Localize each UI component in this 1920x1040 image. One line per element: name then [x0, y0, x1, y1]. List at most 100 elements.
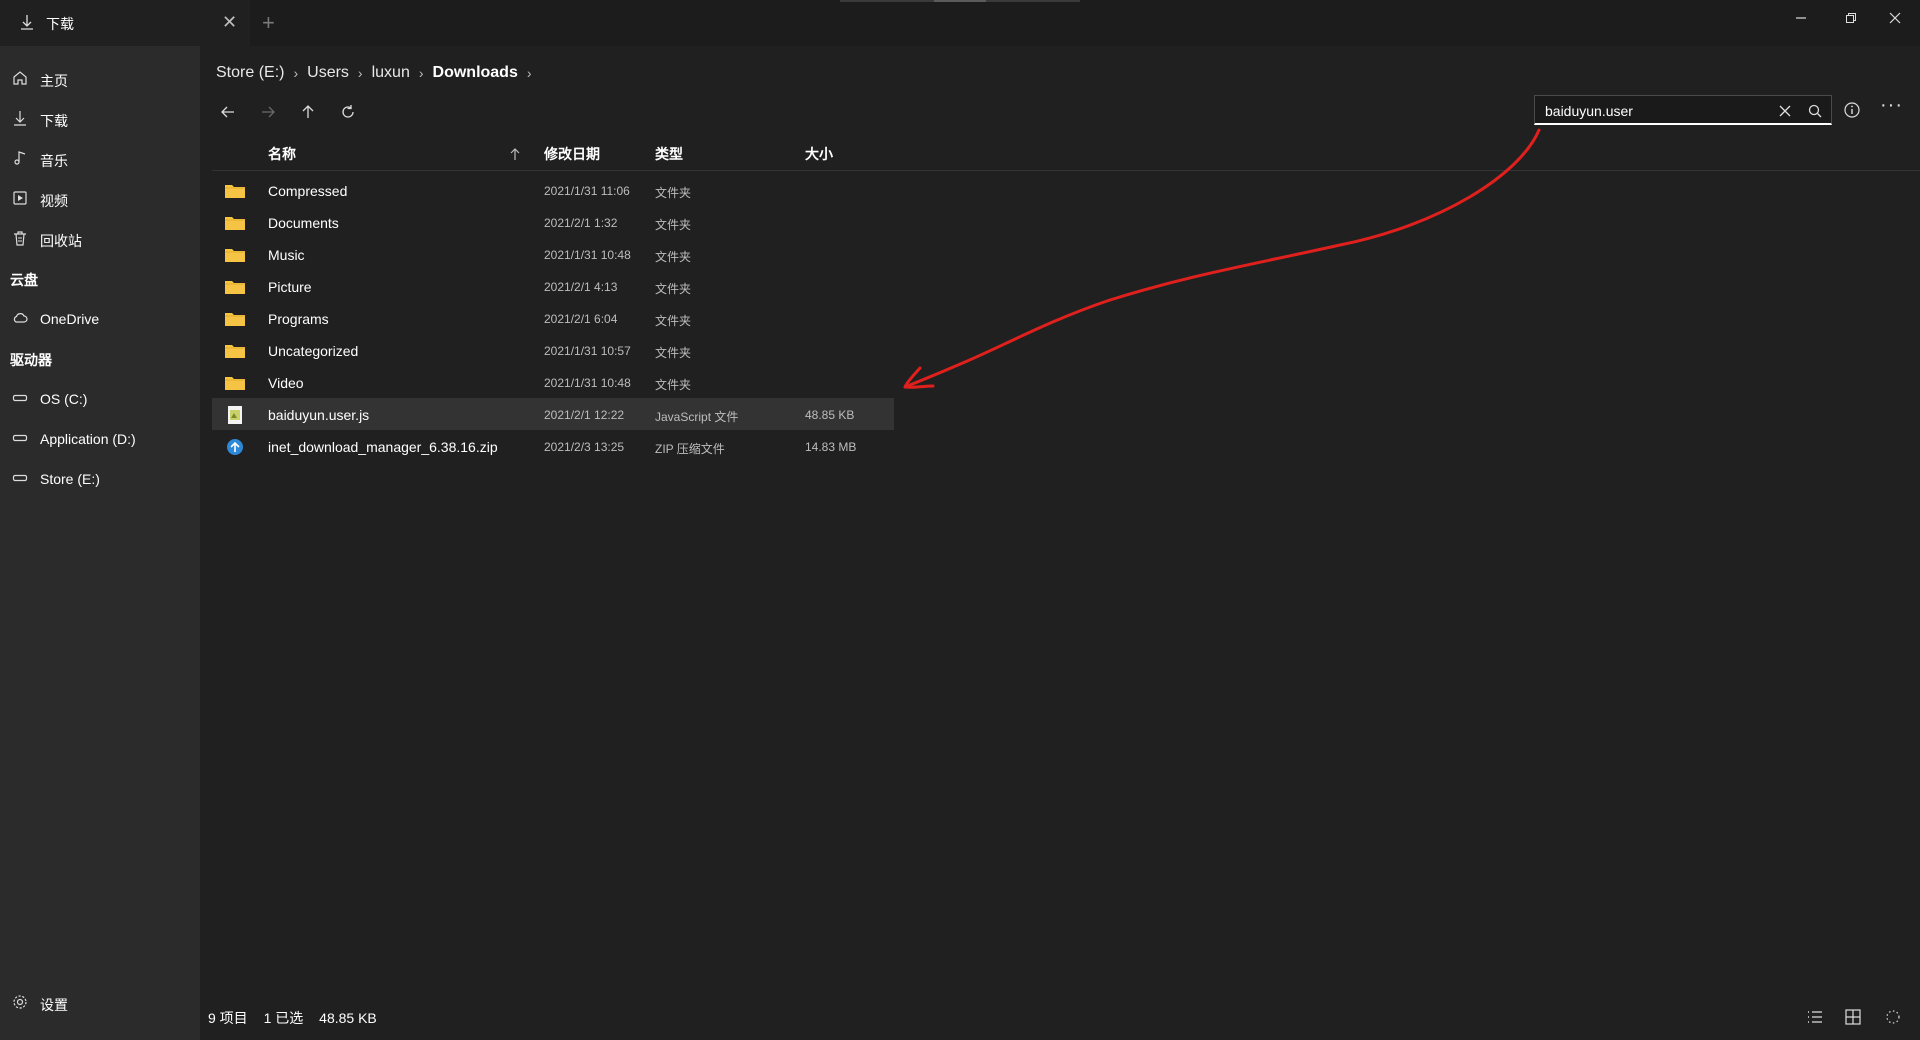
info-icon[interactable]	[1842, 100, 1862, 120]
sidebar-item-onedrive[interactable]: OneDrive	[0, 302, 200, 334]
video-icon	[13, 191, 27, 205]
sidebar-item-label: 视频	[40, 193, 68, 209]
refresh-button[interactable]	[334, 98, 362, 126]
file-name: Documents	[268, 215, 339, 231]
file-row[interactable]: baiduyun.user.js 2021/2/1 12:22 JavaScript…	[212, 398, 894, 430]
sidebar-item-label: OS (C:)	[40, 391, 88, 407]
breadcrumb-item-luxun[interactable]: luxun	[372, 64, 410, 82]
cloud-icon	[13, 313, 28, 323]
file-row[interactable]: Documents 2021/2/1 1:32 文件夹	[212, 206, 894, 238]
search-input[interactable]	[1543, 101, 1763, 121]
sidebar-item-recycle-bin[interactable]: 回收站	[0, 222, 200, 254]
gear-icon	[13, 995, 27, 1009]
sidebar-item-label: OneDrive	[40, 311, 100, 327]
file-date: 2021/2/3 13:25	[544, 440, 625, 454]
restore-icon	[1846, 13, 1856, 23]
folder-icon	[225, 345, 245, 358]
file-row[interactable]: Compressed 2021/1/31 11:06 文件夹	[212, 174, 894, 206]
title-bar: 下载 ✕ +	[0, 0, 1920, 46]
breadcrumb-item-downloads[interactable]: Downloads	[433, 64, 518, 82]
file-type: JavaScript 文件	[655, 410, 739, 424]
sidebar-item-music[interactable]: 音乐	[0, 142, 200, 174]
column-header-size[interactable]: 大小	[805, 144, 833, 170]
details-view-icon[interactable]	[1806, 1008, 1824, 1026]
close-window-button[interactable]	[1872, 4, 1918, 32]
file-date: 2021/1/31 11:06	[544, 184, 630, 198]
back-button[interactable]	[214, 98, 242, 126]
file-row[interactable]: Programs 2021/2/1 6:04 文件夹	[212, 302, 894, 334]
drive-icon	[12, 434, 28, 442]
file-row[interactable]: Picture 2021/2/1 4:13 文件夹	[212, 270, 894, 302]
folder-icon	[225, 217, 245, 230]
drive-icon	[12, 394, 28, 402]
clear-search-icon[interactable]	[1777, 103, 1793, 119]
breadcrumb: Store (E:) › Users › luxun › Downloads ›	[216, 64, 541, 82]
file-type: 文件夹	[655, 378, 692, 392]
sidebar-item-label: 主页	[40, 73, 68, 89]
file-name: Video	[268, 375, 304, 391]
drives-section-header: 驱动器	[10, 352, 52, 368]
cloud-section-header: 云盘	[10, 272, 38, 288]
file-date: 2021/1/31 10:48	[544, 248, 631, 262]
javascript-file-icon	[228, 406, 242, 424]
home-icon	[13, 71, 27, 85]
zip-file-icon	[227, 439, 243, 455]
file-date: 2021/2/1 6:04	[544, 312, 618, 326]
status-selected-size: 48.85 KB	[319, 1010, 377, 1026]
file-row[interactable]: inet_download_manager_6.38.16.zip 2021/2/…	[212, 430, 894, 462]
folder-icon	[225, 377, 245, 390]
up-button[interactable]	[294, 98, 322, 126]
new-tab-button[interactable]: +	[262, 10, 275, 36]
sidebar-item-drive-c[interactable]: OS (C:)	[0, 382, 200, 414]
download-icon	[21, 15, 33, 30]
file-row[interactable]: Music 2021/1/31 10:48 文件夹	[212, 238, 894, 270]
chevron-right-icon: ›	[418, 65, 424, 81]
file-row[interactable]: Uncategorized 2021/1/31 10:57 文件夹	[212, 334, 894, 366]
sidebar-item-video[interactable]: 视频	[0, 182, 200, 214]
close-tab-icon[interactable]: ✕	[222, 12, 237, 33]
file-size: 14.83 MB	[805, 440, 857, 454]
file-name: baiduyun.user.js	[268, 407, 370, 423]
music-icon	[14, 151, 26, 165]
file-name: inet_download_manager_6.38.16.zip	[268, 439, 498, 455]
arrow-right-icon	[262, 106, 275, 118]
sidebar-item-label: 下载	[40, 113, 68, 129]
search-icon[interactable]	[1807, 103, 1823, 119]
sidebar: 主页 下载 音乐 视频 回收站 云盘 OneDrive 驱动器 OS (C:) …	[0, 46, 200, 1040]
tiles-view-icon[interactable]	[1844, 1008, 1862, 1026]
status-item-count: 9 项目	[208, 1010, 248, 1026]
status-bar: 9 项目 1 已选 48.85 KB	[208, 1008, 389, 1028]
file-name: Picture	[268, 279, 312, 295]
sidebar-item-settings[interactable]: 设置	[0, 986, 200, 1018]
sidebar-item-home[interactable]: 主页	[0, 62, 200, 94]
window-drag-handle[interactable]	[840, 0, 1080, 2]
sidebar-item-label: 音乐	[40, 153, 68, 169]
chevron-right-icon[interactable]: ›	[527, 65, 532, 81]
restore-button[interactable]	[1828, 4, 1874, 32]
file-type: 文件夹	[655, 250, 692, 264]
file-date: 2021/1/31 10:48	[544, 376, 631, 390]
file-type: ZIP 压缩文件	[655, 442, 725, 456]
arrow-left-icon	[221, 106, 234, 118]
folder-icon	[225, 313, 245, 326]
breadcrumb-item-users[interactable]: Users	[307, 64, 349, 82]
sort-ascending-icon[interactable]	[508, 146, 522, 162]
sidebar-item-downloads[interactable]: 下载	[0, 102, 200, 134]
minimize-button[interactable]	[1778, 4, 1824, 32]
sidebar-item-label: 设置	[40, 997, 68, 1013]
forward-button[interactable]	[254, 98, 282, 126]
sidebar-item-drive-e[interactable]: Store (E:)	[0, 462, 200, 494]
more-options-icon[interactable]: ···	[1880, 94, 1903, 117]
tab-downloads[interactable]: 下载 ✕	[0, 0, 250, 46]
file-row[interactable]: Video 2021/1/31 10:48 文件夹	[212, 366, 894, 398]
column-header-date[interactable]: 修改日期	[544, 144, 600, 170]
header-divider	[212, 170, 1920, 171]
download-icon	[14, 111, 26, 126]
arrow-up-icon	[302, 105, 314, 118]
column-header-name[interactable]: 名称	[268, 144, 296, 170]
breadcrumb-item-store-e[interactable]: Store (E:)	[216, 64, 284, 82]
column-header-type[interactable]: 类型	[655, 144, 683, 170]
sidebar-item-drive-d[interactable]: Application (D:)	[0, 422, 200, 454]
file-date: 2021/2/1 12:22	[544, 408, 625, 422]
search-box[interactable]	[1534, 95, 1832, 125]
